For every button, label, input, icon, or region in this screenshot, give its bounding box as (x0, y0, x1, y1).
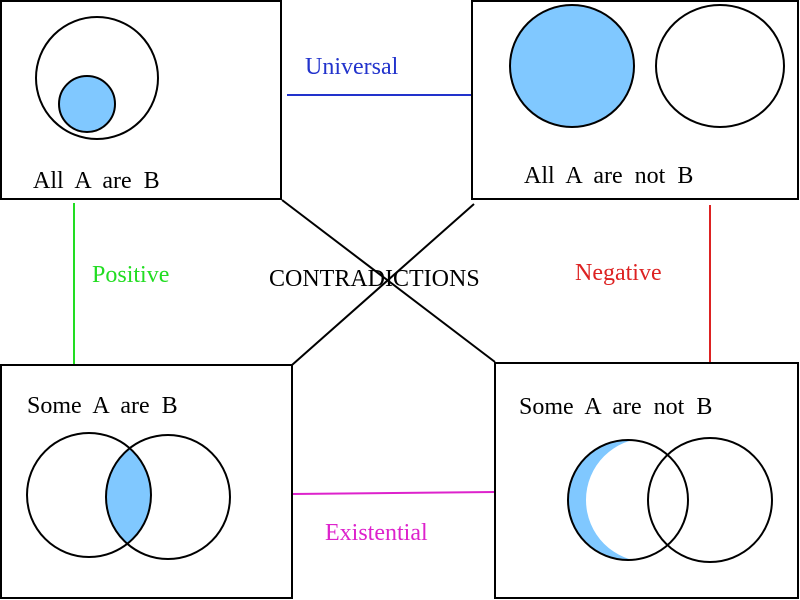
label-existential: Existential (325, 520, 428, 546)
set-b-circle (655, 4, 785, 128)
box-all-a-are-not-b: All A are not B (471, 0, 799, 200)
label-all-a-are-not-b: All A are not B (524, 163, 693, 189)
label-some-a-are-not-b: Some A are not B (519, 394, 712, 420)
box-some-a-are-b: Some A are B (0, 364, 293, 599)
box-some-a-are-not-b: Some A are not B (494, 362, 799, 599)
box-all-a-are-b: All A are B (0, 0, 282, 200)
label-contradictions: CONTRADICTIONS (269, 266, 480, 292)
label-universal: Universal (305, 54, 399, 80)
label-positive: Positive (92, 262, 169, 288)
label-negative: Negative (575, 260, 662, 286)
set-a-circle (509, 4, 635, 128)
square-of-opposition-diagram: All A are B All A are not B Some A are B… (0, 0, 800, 600)
label-some-a-are-b: Some A are B (27, 393, 178, 419)
label-all-a-are-b: All A are B (33, 168, 160, 194)
diagram-canvas: All A are B All A are not B Some A are B… (0, 0, 799, 599)
set-a-circle (58, 75, 116, 133)
existential-line (291, 491, 496, 495)
